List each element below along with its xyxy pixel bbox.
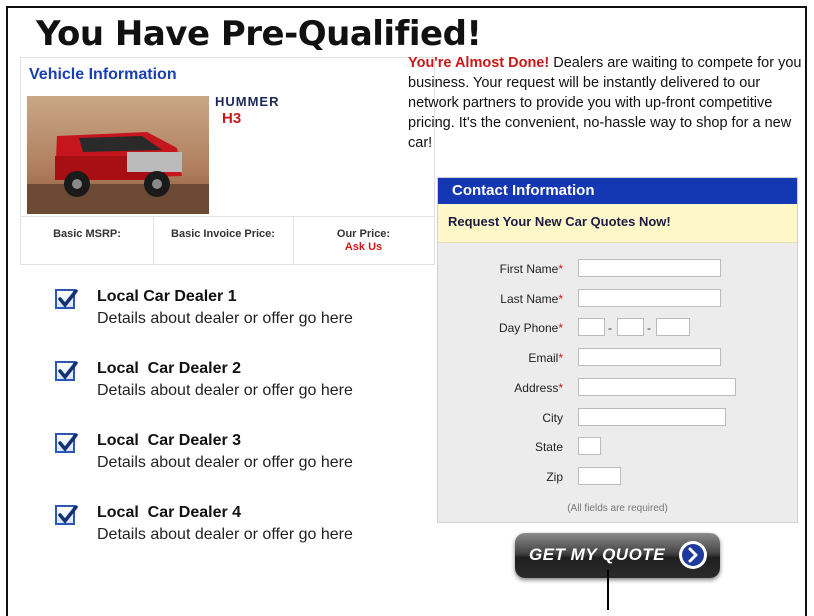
- contact-subheader: Request Your New Car Quotes Now!: [438, 204, 797, 243]
- intro-highlight: You're Almost Done!: [408, 55, 550, 71]
- first-name-input[interactable]: [578, 259, 721, 277]
- city-input[interactable]: [578, 408, 726, 426]
- vehicle-info-panel: Vehicle Information HUMMER H3 Basic MSRP…: [20, 57, 435, 265]
- dealer-item: Local Car Dealer 4 Details about dealer …: [55, 502, 415, 574]
- address-label: Address: [514, 381, 559, 395]
- get-my-quote-button[interactable]: GET MY QUOTE: [515, 533, 720, 578]
- dealer-name: Local Car Dealer 3: [97, 432, 242, 449]
- dealer-description: Details about dealer or offer go here: [97, 454, 353, 471]
- arrow-right-icon: [679, 541, 707, 569]
- dealer-checkbox[interactable]: [55, 433, 78, 453]
- dealer-list: Local Car Dealer 1 Details about dealer …: [55, 286, 415, 574]
- msrp-cell: Basic MSRP:: [21, 216, 153, 264]
- dealer-checkbox[interactable]: [55, 361, 78, 381]
- required-mark: *: [558, 292, 563, 306]
- invoice-label: Basic Invoice Price:: [171, 228, 275, 240]
- msrp-label: Basic MSRP:: [53, 228, 121, 240]
- last-name-input[interactable]: [578, 289, 721, 307]
- dealer-description: Details about dealer or offer go here: [97, 310, 353, 327]
- pointer-line: [607, 570, 609, 610]
- email-input[interactable]: [578, 348, 721, 366]
- phone-prefix-input[interactable]: [617, 318, 644, 336]
- zip-label: Zip: [546, 470, 563, 484]
- first-name-label: First Name: [499, 262, 559, 276]
- vehicle-brand-logo: HUMMER: [215, 94, 280, 109]
- intro-text: You're Almost Done! Dealers are waiting …: [408, 53, 806, 153]
- dealer-checkbox[interactable]: [55, 505, 78, 525]
- invoice-cell: Basic Invoice Price:: [153, 216, 293, 264]
- phone-separator: -: [647, 321, 651, 335]
- last-name-label: Last Name: [500, 292, 559, 306]
- address-input[interactable]: [578, 378, 736, 396]
- city-label: City: [542, 411, 563, 425]
- dealer-item: Local Car Dealer 3 Details about dealer …: [55, 430, 415, 502]
- dealer-name: Local Car Dealer 1: [97, 288, 237, 305]
- get-my-quote-label: GET MY QUOTE: [529, 545, 666, 564]
- state-input[interactable]: [578, 437, 601, 455]
- contact-form: Contact Information Request Your New Car…: [437, 177, 798, 523]
- dealer-name: Local Car Dealer 4: [97, 504, 242, 521]
- email-label: Email: [528, 351, 559, 365]
- dealer-name: Local Car Dealer 2: [97, 360, 242, 377]
- required-note: (All fields are required): [567, 503, 668, 514]
- zip-input[interactable]: [578, 467, 621, 485]
- dealer-description: Details about dealer or offer go here: [97, 526, 353, 543]
- required-mark: *: [558, 351, 563, 365]
- vehicle-info-title: Vehicle Information: [29, 66, 177, 83]
- required-mark: *: [558, 381, 563, 395]
- required-mark: *: [558, 321, 563, 335]
- dealer-item: Local Car Dealer 2 Details about dealer …: [55, 358, 415, 430]
- phone-area-input[interactable]: [578, 318, 605, 336]
- vehicle-photo: [27, 96, 209, 214]
- page-title: You Have Pre-Qualified!: [36, 14, 482, 54]
- day-phone-label: Day Phone: [498, 321, 559, 335]
- our-price-value: Ask Us: [344, 241, 383, 253]
- dealer-description: Details about dealer or offer go here: [97, 382, 353, 399]
- our-price-cell: Our Price: Ask Us: [293, 216, 434, 264]
- our-price-label: Our Price:: [336, 228, 391, 240]
- dealer-checkbox[interactable]: [55, 289, 78, 309]
- phone-separator: -: [608, 321, 612, 335]
- dealer-item: Local Car Dealer 1 Details about dealer …: [55, 286, 415, 358]
- contact-header: Contact Information: [438, 178, 797, 204]
- vehicle-model: H3: [222, 110, 242, 127]
- state-label: State: [534, 440, 563, 454]
- required-mark: *: [558, 262, 563, 276]
- phone-line-input[interactable]: [656, 318, 690, 336]
